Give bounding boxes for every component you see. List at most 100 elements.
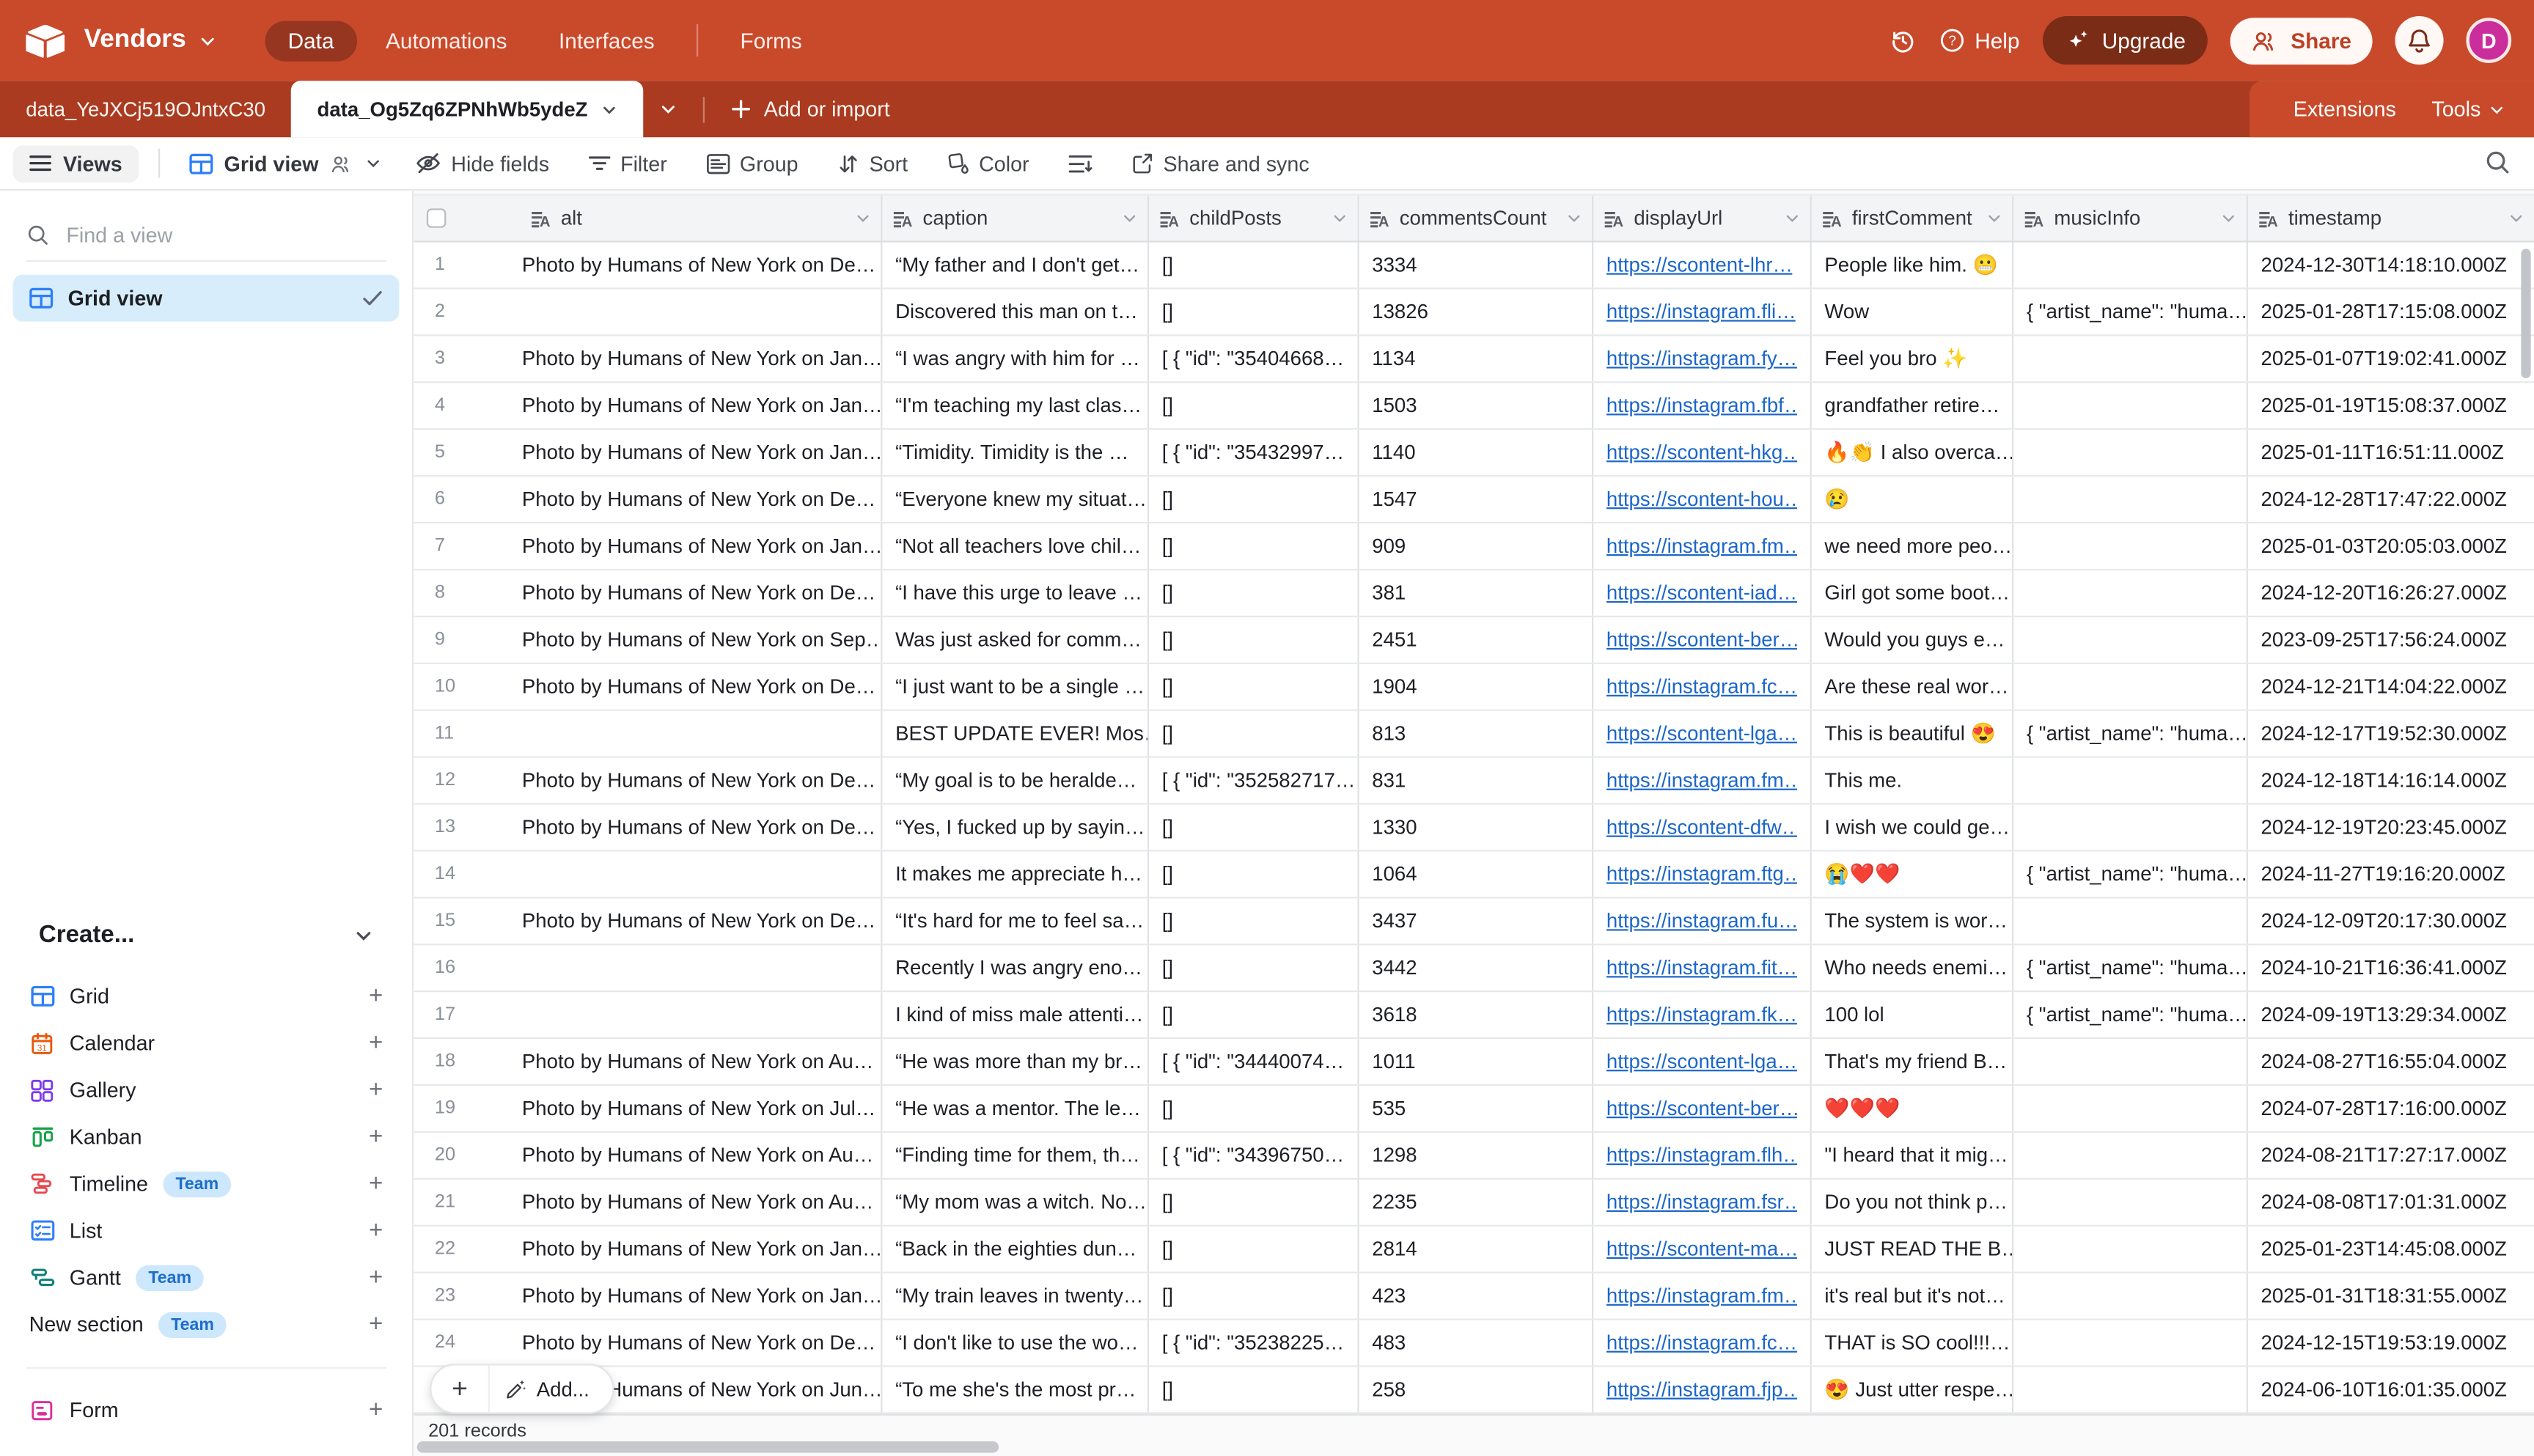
row-gutter[interactable]: 4 [414,383,520,428]
tabs-expand-chevron[interactable] [642,81,692,137]
cell-childPosts[interactable]: [] [1147,664,1358,710]
cell-alt[interactable]: Photo by Humans of New York on Au… [521,1039,881,1084]
cell-childPosts[interactable]: [] [1147,852,1358,897]
row-gutter[interactable]: 12 [414,758,520,804]
cell-alt[interactable] [521,290,881,335]
cell-timestamp[interactable]: 2024-12-21T14:04:22.000Z [2247,664,2534,710]
horizontal-scrollbar[interactable] [417,1441,999,1452]
chevron-down-icon[interactable] [2220,210,2236,227]
cell-musicInfo[interactable] [2012,1039,2247,1084]
share-and-sync-button[interactable]: Share and sync [1117,144,1324,182]
plus-icon[interactable]: + [369,1076,383,1103]
display-url-link[interactable]: https://scontent-hou… [1606,488,1797,511]
cell-timestamp[interactable]: 2024-12-28T17:47:22.000Z [2247,477,2534,522]
cell-displayUrl[interactable]: https://instagram.fm… [1592,523,1810,569]
history-icon[interactable] [1889,26,1916,54]
row-height-button[interactable] [1054,146,1107,180]
cell-musicInfo[interactable] [2012,1320,2247,1366]
display-url-link[interactable]: https://instagram.fy… [1606,348,1797,370]
cell-caption[interactable]: “I was angry with him for … [881,336,1147,381]
cell-timestamp[interactable]: 2024-07-28T17:16:00.000Z [2247,1086,2534,1131]
cell-childPosts[interactable]: [] [1147,1180,1358,1225]
cell-firstComment[interactable]: ❤️❤️❤️ [1810,1086,2013,1131]
display-url-link[interactable]: https://scontent-lga… [1606,722,1797,745]
cell-musicInfo[interactable] [2012,1273,2247,1319]
display-url-link[interactable]: https://scontent-ber… [1606,628,1797,651]
cell-musicInfo[interactable] [2012,758,2247,804]
cell-commentsCount[interactable]: 1330 [1357,805,1592,850]
cell-timestamp[interactable]: 2025-01-03T20:05:03.000Z [2247,523,2534,569]
cell-commentsCount[interactable]: 535 [1357,1086,1592,1131]
cell-displayUrl[interactable]: https://instagram.fsr… [1592,1180,1810,1225]
cell-timestamp[interactable]: 2024-08-21T17:27:17.000Z [2247,1133,2534,1178]
row-gutter[interactable]: 10 [414,664,520,710]
cell-firstComment[interactable]: This is beautiful 😍 [1810,711,2013,757]
cell-alt[interactable]: Photo by Humans of New York on Jan… [521,383,881,428]
cell-caption[interactable]: I kind of miss male attenti… [881,992,1147,1037]
cell-musicInfo[interactable] [2012,1133,2247,1178]
cell-caption[interactable]: “To me she's the most pr… [881,1367,1147,1413]
cell-musicInfo[interactable] [2012,898,2247,944]
plus-icon[interactable]: + [369,1264,383,1291]
notifications-button[interactable] [2395,16,2443,65]
cell-displayUrl[interactable]: https://instagram.fk… [1592,992,1810,1037]
search-icon[interactable] [2484,149,2511,184]
cell-commentsCount[interactable]: 1547 [1357,477,1592,522]
row-gutter[interactable]: 19 [414,1086,520,1131]
cell-timestamp[interactable]: 2024-12-17T19:52:30.000Z [2247,711,2534,757]
cell-caption[interactable]: “It's hard for me to feel sa… [881,898,1147,944]
display-url-link[interactable]: https://instagram.ftg… [1606,863,1797,886]
row-gutter[interactable]: 16 [414,945,520,990]
cell-displayUrl[interactable]: https://scontent-hkg… [1592,430,1810,475]
cell-musicInfo[interactable] [2012,805,2247,850]
display-url-link[interactable]: https://scontent-lga… [1606,1051,1797,1073]
row-gutter[interactable]: 9 [414,617,520,663]
cell-caption[interactable]: “I'm teaching my last clas… [881,383,1147,428]
current-view-button[interactable]: Grid view [179,144,392,182]
cell-musicInfo[interactable] [2012,1086,2247,1131]
row-gutter[interactable]: 2 [414,290,520,335]
row-gutter[interactable]: 15 [414,898,520,944]
cell-commentsCount[interactable]: 423 [1357,1273,1592,1319]
chevron-down-icon[interactable] [1122,210,1138,227]
cell-commentsCount[interactable]: 813 [1357,711,1592,757]
column-header-childPosts[interactable]: AchildPosts [1147,196,1358,241]
cell-displayUrl[interactable]: https://scontent-lga… [1592,711,1810,757]
cell-caption[interactable]: “Back in the eighties dun… [881,1227,1147,1272]
cell-commentsCount[interactable]: 1064 [1357,852,1592,897]
cell-caption[interactable]: Discovered this man on t… [881,290,1147,335]
add-with-ai-button[interactable]: Add... [490,1378,613,1400]
plus-icon[interactable]: + [369,1029,383,1056]
cell-firstComment[interactable]: JUST READ THE B… [1810,1227,2013,1272]
cell-commentsCount[interactable]: 258 [1357,1367,1592,1413]
cell-commentsCount[interactable]: 2814 [1357,1227,1592,1272]
cell-firstComment[interactable]: we need more peo… [1810,523,2013,569]
cell-childPosts[interactable]: [] [1147,383,1358,428]
cell-alt[interactable]: Photo by Humans of New York on De… [521,758,881,804]
cell-caption[interactable]: BEST UPDATE EVER! Mos… [881,711,1147,757]
display-url-link[interactable]: https://instagram.fbf… [1606,394,1797,417]
row-gutter[interactable]: 24 [414,1320,520,1366]
column-header-musicInfo[interactable]: AmusicInfo [2012,196,2247,241]
plus-icon[interactable]: + [369,1217,383,1244]
sidebar-create-new-section[interactable]: New sectionTeam+ [13,1301,400,1347]
workspace-name[interactable]: Vendors [84,26,186,55]
cell-caption[interactable]: Recently I was angry eno… [881,945,1147,990]
help-button[interactable]: ? Help [1939,27,2020,53]
display-url-link[interactable]: https://instagram.fli… [1606,301,1796,323]
cell-firstComment[interactable]: grandfather retire… [1810,383,2013,428]
cell-caption[interactable]: “My train leaves in twenty… [881,1273,1147,1319]
cell-childPosts[interactable]: [ { "id": "35238225… [1147,1320,1358,1366]
cell-musicInfo[interactable]: { "artist_name": "huma… [2012,711,2247,757]
sidebar-create-calendar[interactable]: 31Calendar+ [13,1020,400,1067]
cell-firstComment[interactable]: Wow [1810,290,2013,335]
cell-musicInfo[interactable] [2012,243,2247,288]
cell-displayUrl[interactable]: https://scontent-hou… [1592,477,1810,522]
cell-childPosts[interactable]: [] [1147,898,1358,944]
cell-musicInfo[interactable]: { "artist_name": "huma… [2012,992,2247,1037]
cell-timestamp[interactable]: 2025-01-28T17:15:08.000Z [2247,290,2534,335]
cell-timestamp[interactable]: 2024-08-27T16:55:04.000Z [2247,1039,2534,1084]
row-gutter[interactable]: 3 [414,336,520,381]
cell-alt[interactable]: Photo by Humans of New York on De… [521,477,881,522]
cell-displayUrl[interactable]: https://instagram.fc… [1592,1320,1810,1366]
